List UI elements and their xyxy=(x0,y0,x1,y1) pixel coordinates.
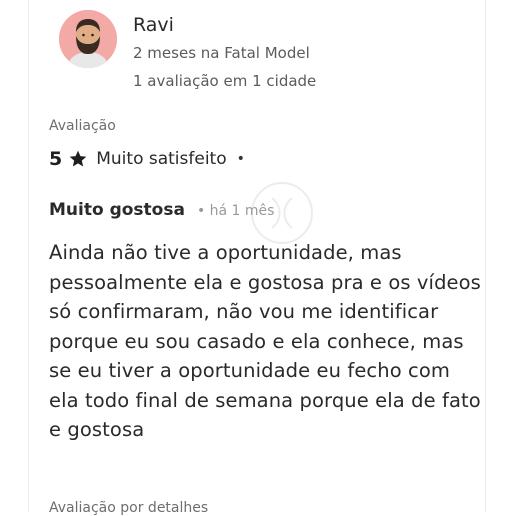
details-section-label: Avaliação por detalhes xyxy=(49,500,209,516)
rating-text: Muito satisfeito xyxy=(96,149,227,169)
review-title: Muito gostosa xyxy=(49,200,185,220)
rating-score: 5 xyxy=(49,148,63,170)
reviewer-name[interactable]: Ravi xyxy=(133,14,174,36)
review-header: Muito gostosa • há 1 mês xyxy=(49,200,274,220)
review-time: • há 1 mês xyxy=(196,203,275,219)
reviewer-tenure: 2 meses na Fatal Model xyxy=(133,44,310,62)
reviewer-reviews-summary: 1 avaliação em 1 cidade xyxy=(133,72,317,90)
bearded-man-avatar-icon xyxy=(59,10,117,68)
rating-separator: • xyxy=(236,151,245,167)
star-icon xyxy=(68,149,88,169)
review-card: Ravi 2 meses na Fatal Model 1 avaliação … xyxy=(28,0,486,516)
rating-section-label: Avaliação xyxy=(49,118,116,134)
review-body: Ainda não tive a oportunidade, mas pesso… xyxy=(49,241,481,441)
rating-row: 5 Muito satisfeito • xyxy=(49,145,245,173)
avatar[interactable] xyxy=(59,10,117,68)
